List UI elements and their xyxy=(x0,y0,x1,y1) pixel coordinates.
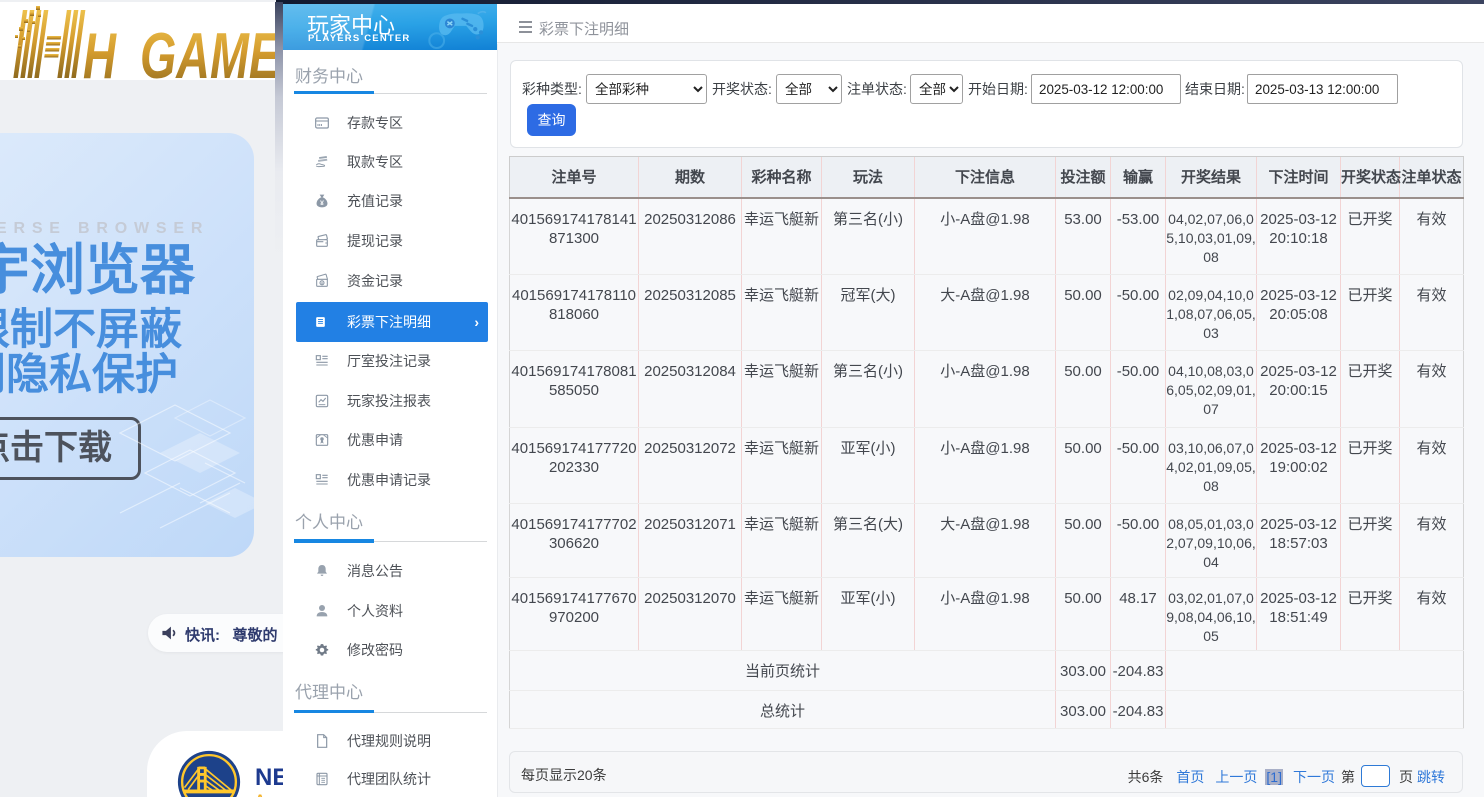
svg-text:GAME: GAME xyxy=(140,19,281,80)
svg-text:¥: ¥ xyxy=(320,200,324,207)
svg-text:H: H xyxy=(83,19,117,80)
